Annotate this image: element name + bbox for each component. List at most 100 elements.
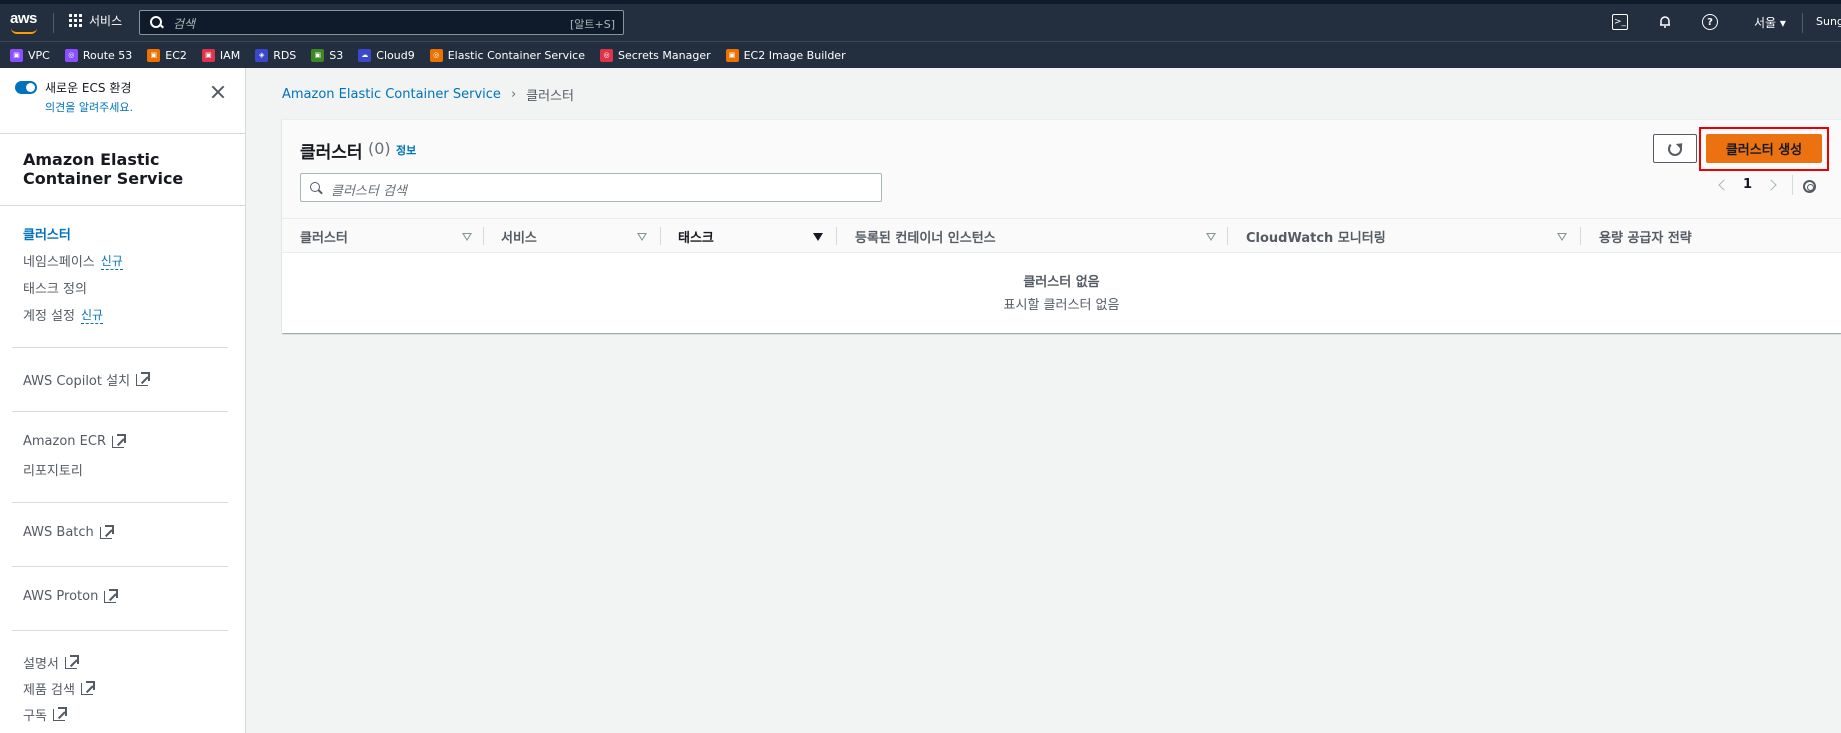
refresh-icon	[1668, 141, 1682, 156]
s3-icon: ▣	[311, 48, 325, 62]
column-label: 태스크	[678, 230, 714, 246]
sidebar-item-account-settings[interactable]: 계정 설정 신규	[23, 305, 104, 324]
external-link-icon	[99, 524, 114, 539]
cluster-search-input[interactable]: 클러스터 검색	[300, 173, 882, 202]
cloudshell-icon[interactable]: >_	[1612, 14, 1628, 30]
favorite-vpc[interactable]: ▣ VPC	[10, 48, 50, 62]
favorite-label: Cloud9	[376, 48, 415, 62]
sidebar-link-repositories[interactable]: 리포지토리	[23, 460, 83, 479]
nav-divider	[1802, 13, 1803, 33]
column-divider[interactable]	[836, 227, 837, 245]
chevron-right-icon[interactable]	[1765, 178, 1777, 191]
favorite-label: RDS	[273, 48, 297, 62]
clusters-heading: 클러스터	[300, 143, 363, 163]
sidebar-item-namespaces[interactable]: 네임스페이스 신규	[23, 251, 123, 270]
favorite-route53[interactable]: ◎ Route 53	[64, 48, 133, 62]
column-header-container-instances[interactable]: 등록된 컨테이너 인스턴스	[855, 219, 996, 253]
sidebar-link-subscribe[interactable]: 구독	[23, 705, 67, 724]
column-divider[interactable]	[660, 227, 661, 245]
refresh-button[interactable]	[1653, 134, 1697, 163]
favorite-secrets-manager[interactable]: ◎ Secrets Manager	[600, 48, 711, 62]
close-icon[interactable]	[210, 84, 226, 100]
route53-icon: ◎	[64, 48, 78, 62]
aws-logo-text: aws	[10, 10, 37, 27]
new-experience-label: 새로운 ECS 환경	[45, 81, 132, 95]
region-selector[interactable]: 서울 ▾	[1754, 14, 1786, 31]
gear-icon[interactable]	[1803, 180, 1816, 193]
sort-icon[interactable]	[462, 233, 472, 241]
sort-icon[interactable]	[637, 233, 647, 241]
chevron-right-icon: ›	[510, 87, 517, 102]
vpc-icon: ▣	[10, 48, 23, 62]
external-link-icon	[104, 588, 119, 603]
sidebar-link-product-search[interactable]: 제품 검색	[23, 679, 95, 698]
favorite-iam[interactable]: ▣ IAM	[201, 48, 240, 62]
global-search-input[interactable]: 검색 [알트+S]	[139, 10, 624, 35]
external-link-icon	[136, 371, 151, 386]
favorite-ecs[interactable]: ◎ Elastic Container Service	[429, 48, 585, 62]
card-header	[282, 120, 1841, 218]
cloud9-icon: ☁	[358, 48, 372, 62]
secrets-manager-icon: ◎	[600, 48, 613, 62]
breadcrumb-root-link[interactable]: Amazon Elastic Container Service	[282, 87, 501, 102]
sidebar-item-task-definitions[interactable]: 태스크 정의	[23, 278, 87, 297]
search-placeholder: 검색	[173, 17, 196, 31]
column-header-cloudwatch[interactable]: CloudWatch 모니터링	[1246, 219, 1386, 253]
sidebar-item-label: 리포지토리	[23, 464, 83, 479]
sidebar-divider	[12, 502, 228, 503]
page-number[interactable]: 1	[1743, 177, 1752, 192]
column-header-services[interactable]: 서비스	[501, 219, 537, 253]
sidebar-link-batch[interactable]: AWS Batch	[23, 524, 114, 540]
services-menu-button[interactable]: 서비스	[69, 12, 122, 29]
column-divider[interactable]	[1227, 227, 1228, 245]
column-header-cluster[interactable]: 클러스터	[300, 219, 348, 253]
clusters-count: (0)	[368, 139, 391, 158]
sort-icon[interactable]	[1557, 233, 1567, 241]
sidebar-item-label: AWS Proton	[23, 589, 99, 604]
side-navigation: 새로운 ECS 환경 의견을 알려주세요. Amazon Elastic Con…	[0, 68, 246, 733]
sidebar-link-documentation[interactable]: 설명서	[23, 653, 79, 672]
favorite-rds[interactable]: ◈ RDS	[255, 48, 297, 62]
ec2-icon: ▣	[147, 48, 161, 62]
column-label: CloudWatch 모니터링	[1246, 230, 1386, 246]
feedback-link[interactable]: 의견을 알려주세요.	[45, 99, 133, 115]
sidebar-item-label: 네임스페이스	[23, 255, 95, 270]
favorite-label: Secrets Manager	[618, 48, 711, 62]
notifications-bell-icon[interactable]	[1657, 14, 1673, 30]
column-header-tasks[interactable]: 태스크	[678, 219, 714, 253]
favorite-image-builder[interactable]: ▣ EC2 Image Builder	[725, 48, 846, 62]
sidebar-item-label: 구독	[23, 709, 47, 724]
sidebar-link-proton[interactable]: AWS Proton	[23, 588, 119, 604]
cluster-search-placeholder: 클러스터 검색	[331, 184, 407, 199]
column-divider[interactable]	[1580, 227, 1581, 245]
external-link-icon	[112, 433, 126, 448]
sidebar-link-copilot[interactable]: AWS Copilot 설치	[23, 370, 151, 389]
favorite-label: S3	[329, 48, 344, 62]
empty-state-title: 클러스터 없음	[1023, 275, 1100, 290]
new-experience-toggle[interactable]	[15, 81, 37, 94]
sort-descending-icon[interactable]	[813, 233, 823, 241]
column-label: 서비스	[501, 230, 537, 246]
help-icon[interactable]: ?	[1702, 14, 1718, 30]
favorite-s3[interactable]: ▣ S3	[311, 48, 344, 62]
column-label: 용량 공급자 전략	[1599, 230, 1692, 246]
account-menu[interactable]: Sung	[1816, 15, 1841, 28]
external-link-icon	[64, 654, 79, 669]
sidebar-link-ecr[interactable]: Amazon ECR	[23, 433, 126, 449]
column-header-capacity-provider[interactable]: 용량 공급자 전략	[1599, 219, 1692, 253]
pagination: 1	[1718, 177, 1777, 192]
sidebar-item-label: 제품 검색	[23, 683, 75, 698]
favorite-label: Route 53	[82, 48, 133, 62]
aws-logo[interactable]: aws	[10, 10, 37, 34]
sidebar-item-clusters[interactable]: 클러스터	[23, 224, 71, 243]
sidebar-title[interactable]: Amazon Elastic Container Service	[23, 150, 223, 188]
sidebar-divider	[0, 133, 246, 134]
sort-icon[interactable]	[1206, 233, 1216, 241]
favorite-cloud9[interactable]: ☁ Cloud9	[358, 48, 415, 62]
favorite-ec2[interactable]: ▣ EC2	[147, 48, 187, 62]
info-link[interactable]: 정보	[396, 142, 416, 158]
column-divider[interactable]	[483, 227, 484, 245]
create-cluster-button[interactable]: 클러스터 생성	[1706, 134, 1822, 163]
sidebar-divider	[12, 411, 228, 412]
chevron-left-icon[interactable]	[1718, 178, 1730, 191]
